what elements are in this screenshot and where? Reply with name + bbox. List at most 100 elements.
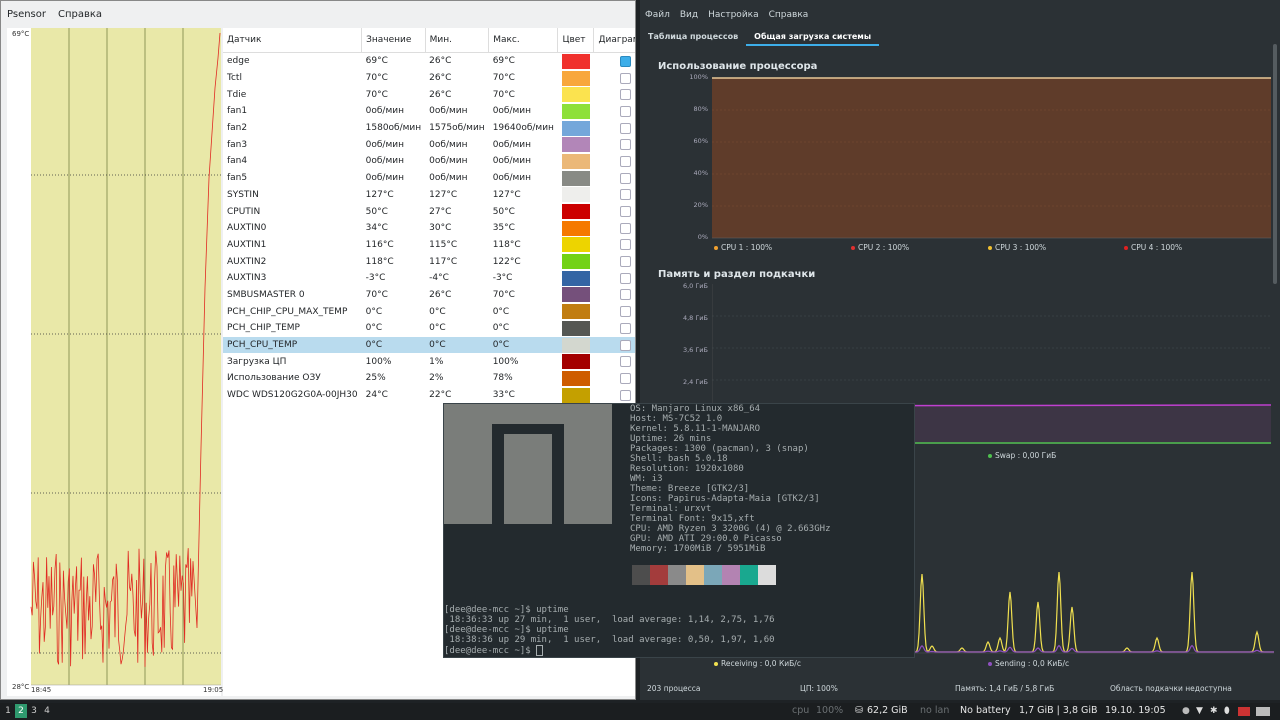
table-row[interactable]: PCH_CPU_TEMP 0°C 0°C 0°C [223,336,635,354]
table-row[interactable]: AUXTIN2 118°C 117°C 122°C [223,253,635,270]
col-chart[interactable]: Диаграмма [593,28,635,53]
flag-icon[interactable] [1238,707,1250,716]
col-max[interactable]: Макс. [488,28,559,53]
chart-checkbox[interactable] [619,72,631,84]
menu-help[interactable]: Справка [52,9,108,20]
sensor-chart-cell [594,237,635,254]
table-row[interactable]: PCH_CHIP_TEMP 0°C 0°C 0°C [223,320,635,337]
table-row[interactable]: fan5 0об/мин 0об/мин 0об/мин [223,170,635,187]
color-swatch[interactable] [561,120,590,136]
workspace-3[interactable]: 3 [28,704,40,718]
sensor-min: 115°C [429,239,458,250]
sensor-min: 0об/мин [429,173,468,184]
wifi-icon[interactable]: ▼ [1196,706,1203,716]
sensor-min: 26°C [429,89,452,100]
sensor-color-cell [558,270,594,287]
chart-checkbox[interactable] [619,372,631,384]
info-line: CPU: AMD Ryzen 3 3200G (4) @ 2.663GHz [630,524,831,534]
table-row[interactable]: AUXTIN3 -3°C -4°C -3°C [223,270,635,287]
menu-file[interactable]: Файл [640,10,675,20]
keyboard-layout-icon[interactable] [1256,707,1270,716]
chart-checkbox[interactable] [619,356,631,368]
col-value[interactable]: Значение [361,28,426,53]
table-row[interactable]: Использование ОЗУ 25% 2% 78% [223,370,635,387]
terminal-window[interactable]: OS: Manjaro Linux x86_64 Host: MS-7C52 1.… [443,403,915,658]
table-row[interactable]: AUXTIN1 116°C 115°C 118°C [223,237,635,254]
col-sensor[interactable]: Датчик [223,28,363,53]
scrollbar[interactable] [1273,44,1277,284]
color-swatch[interactable] [561,70,590,86]
table-row[interactable]: fan4 0об/мин 0об/мин 0об/мин [223,153,635,170]
color-swatch[interactable] [561,53,590,69]
chart-checkbox[interactable] [619,189,631,201]
color-swatch[interactable] [561,304,590,320]
table-row[interactable]: PCH_CHIP_CPU_MAX_TEMP 0°C 0°C 0°C [223,303,635,320]
table-row[interactable]: CPUTIN 50°C 27°C 50°C [223,203,635,220]
color-swatch[interactable] [561,187,590,203]
color-swatch[interactable] [561,270,590,286]
table-row[interactable]: WDC WDS120G2G0A-00JH30 24°C 22°C 33°C [223,387,635,404]
color-swatch[interactable] [561,87,590,103]
bluetooth-icon[interactable]: ✱ [1210,706,1218,716]
cpu4-legend: CPU 4 : 100% [1124,243,1182,252]
color-swatch[interactable] [561,387,590,403]
table-row[interactable]: Tdie 70°C 26°C 70°C [223,86,635,103]
chart-checkbox[interactable] [619,89,631,101]
chart-checkbox[interactable] [619,139,631,151]
table-row[interactable]: SMBUSMASTER 0 70°C 26°C 70°C [223,287,635,304]
chart-checkbox[interactable] [619,155,631,167]
color-swatch[interactable] [561,370,590,386]
table-row[interactable]: fan3 0об/мин 0об/мин 0об/мин [223,136,635,153]
color-swatch[interactable] [561,237,590,253]
table-row[interactable]: SYSTIN 127°C 127°C 127°C [223,187,635,204]
workspace-2[interactable]: 2 [15,704,27,718]
chart-checkbox[interactable] [619,55,631,67]
sensor-chart-cell [594,120,635,137]
col-color[interactable]: Цвет [557,28,595,53]
table-row[interactable]: edge 69°C 26°C 69°C [223,53,635,70]
workspace-1[interactable]: 1 [2,704,14,718]
table-row[interactable]: fan1 0об/мин 0об/мин 0об/мин [223,103,635,120]
color-swatch[interactable] [561,220,590,236]
table-row[interactable]: fan2 1580об/мин 1575об/мин 19640об/мин [223,120,635,137]
chart-checkbox[interactable] [619,239,631,251]
menu-view[interactable]: Вид [675,10,703,20]
chart-checkbox[interactable] [619,206,631,218]
col-min[interactable]: Мин. [425,28,490,53]
sensor-name: CPUTIN [227,206,261,217]
color-swatch[interactable] [561,170,590,186]
chart-checkbox[interactable] [619,122,631,134]
chart-checkbox[interactable] [619,339,631,351]
color-swatch[interactable] [561,204,590,220]
menu-settings[interactable]: Настройка [703,10,764,20]
color-swatch[interactable] [561,103,590,119]
color-swatch[interactable] [561,153,590,169]
tab-resources[interactable]: Общая загрузка системы [746,30,880,46]
color-swatch[interactable] [561,254,590,270]
table-row[interactable]: Tctl 70°C 26°C 70°C [223,70,635,87]
menu-psensor[interactable]: Psensor [1,9,52,20]
color-swatch[interactable] [561,354,590,370]
chart-checkbox[interactable] [619,222,631,234]
chart-checkbox[interactable] [619,389,631,401]
color-swatch[interactable] [561,137,590,153]
table-row[interactable]: AUXTIN0 34°C 30°C 35°C [223,220,635,237]
menu-help[interactable]: Справка [764,10,814,20]
table-row[interactable]: Загрузка ЦП 100% 1% 100% [223,353,635,370]
chart-checkbox[interactable] [619,256,631,268]
info-line: Terminal Font: 9x15,xft [630,514,755,524]
chart-checkbox[interactable] [619,172,631,184]
terminal-prompt[interactable]: [dee@dee-mcc ~]$ [444,645,775,656]
color-swatch[interactable] [561,337,590,353]
chart-checkbox[interactable] [619,105,631,117]
tab-processes[interactable]: Таблица процессов [640,30,746,46]
chart-checkbox[interactable] [619,289,631,301]
color-swatch[interactable] [561,287,590,303]
brightness-icon[interactable]: ● [1182,706,1190,716]
workspace-4[interactable]: 4 [41,704,53,718]
chart-checkbox[interactable] [619,306,631,318]
chart-checkbox[interactable] [619,272,631,284]
chart-checkbox[interactable] [619,322,631,334]
color-swatch[interactable] [561,320,590,336]
mount-icon[interactable]: ⬮ [1224,706,1230,716]
